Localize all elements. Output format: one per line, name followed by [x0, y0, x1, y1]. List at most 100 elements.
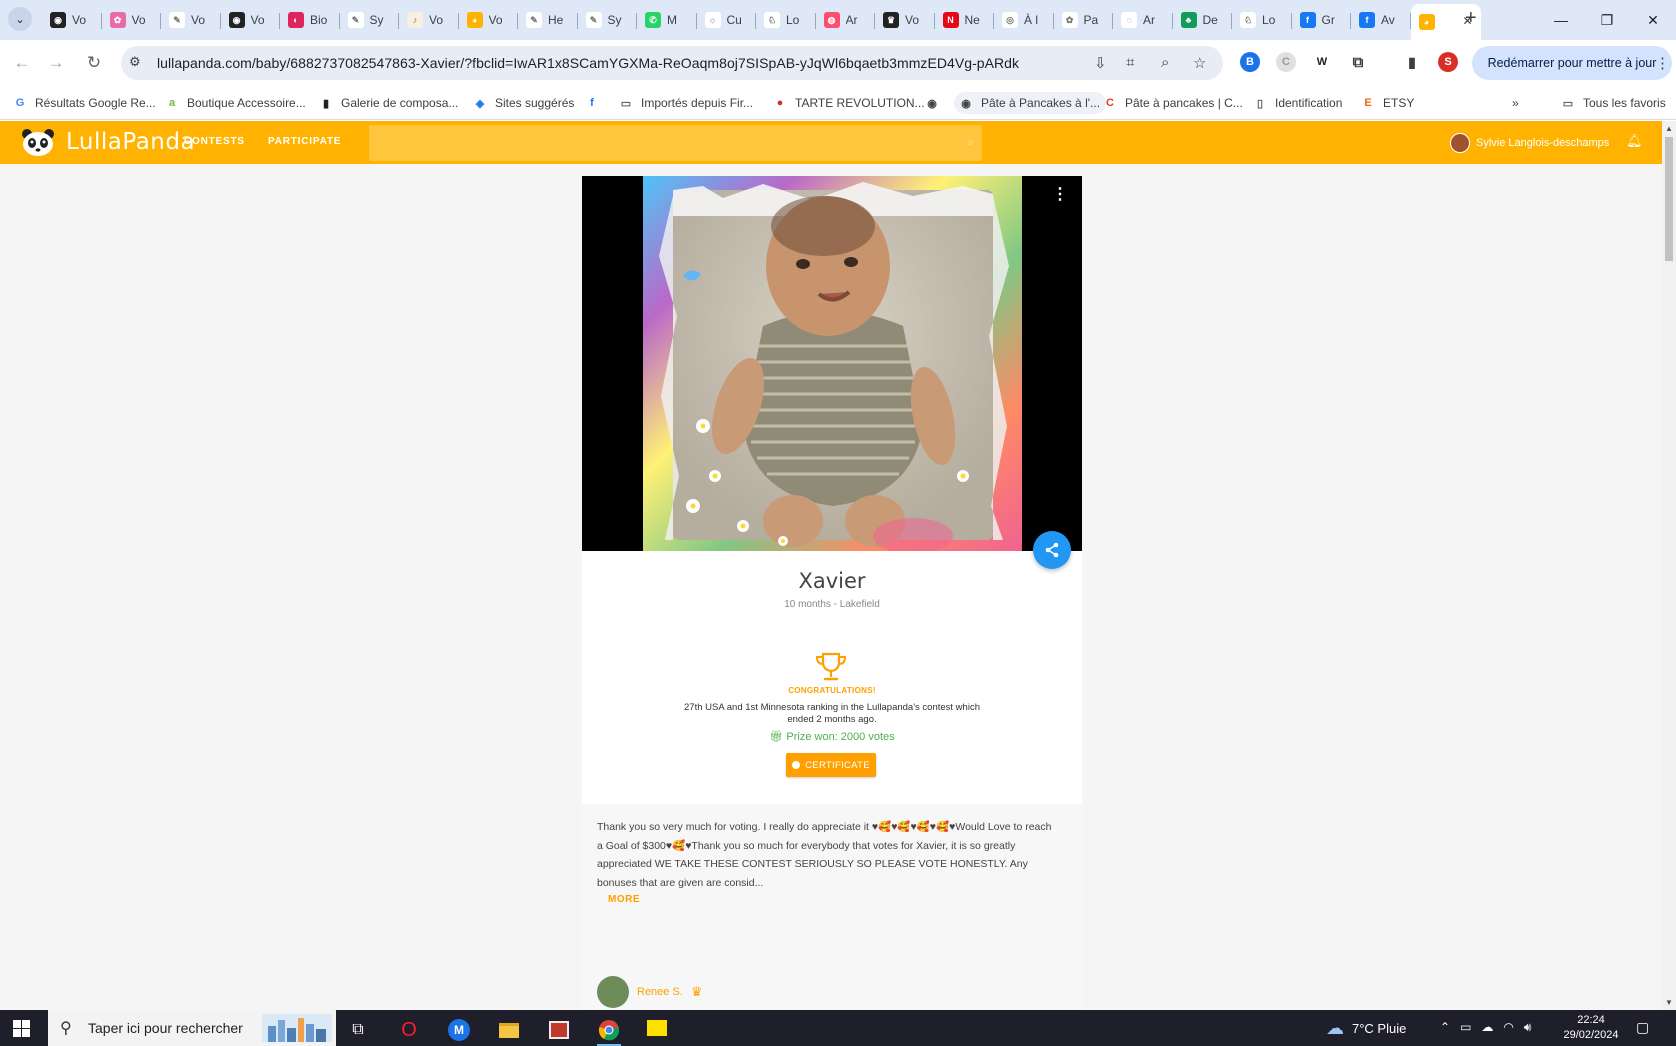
bookmark-item[interactable]: ● TARTE REVOLUTION...	[772, 92, 925, 114]
weather-widget[interactable]: ☁ 7°C Pluie	[1326, 1018, 1406, 1039]
task-view-icon[interactable]: ⧉	[338, 1014, 378, 1046]
tab-search-button[interactable]: ⌄	[8, 7, 32, 31]
notifications-bell-icon[interactable]: 🔔︎	[1626, 133, 1643, 149]
photo-options-icon[interactable]: ⋮	[1052, 184, 1068, 204]
bookmark-star-icon[interactable]: ☆	[1193, 54, 1206, 72]
browser-tab[interactable]: ♘ Lo	[756, 4, 816, 36]
crown-icon: ♛	[690, 984, 703, 999]
extension-b-icon[interactable]: B	[1240, 52, 1260, 72]
chrome-icon[interactable]	[589, 1014, 629, 1046]
reload-button[interactable]: ↻	[82, 51, 106, 75]
media-app-icon[interactable]	[539, 1014, 579, 1046]
browser-tab[interactable]: ✆ M	[637, 4, 697, 36]
certificate-button[interactable]: CERTIFICATE	[786, 753, 876, 777]
browser-tab[interactable]: ✿ Vo	[102, 4, 162, 36]
bookmark-item[interactable]: ▮ Galerie de composa...	[318, 92, 458, 114]
nav-participate[interactable]: PARTICIPATE	[268, 136, 341, 147]
browser-tab[interactable]: ✿ Pa	[1054, 4, 1114, 36]
bookmark-item[interactable]: ▯ Identification	[1252, 92, 1342, 114]
bookmark-item[interactable]: ◉ Pâte à Pancakes à l'...	[954, 92, 1107, 114]
scroll-down-arrow-icon[interactable]: ▼	[1665, 998, 1673, 1007]
network-icon[interactable]: ◠	[1503, 1020, 1513, 1035]
baby-photo[interactable]	[643, 176, 1022, 551]
search-icon[interactable]: ⌕	[967, 135, 974, 150]
bookmark-item[interactable]: ▭ Importés depuis Fir...	[618, 92, 753, 114]
browser-tab[interactable]: ✎ Sy	[578, 4, 638, 36]
back-button[interactable]: ←	[10, 51, 34, 75]
browser-tab[interactable]: ♛ Vo	[875, 4, 935, 36]
browser-tab[interactable]: ◉ Vo	[221, 4, 281, 36]
meet-now-icon[interactable]: ▭	[1460, 1020, 1471, 1035]
voter-entry[interactable]: Renee S. ♛	[597, 976, 703, 1008]
bookmark-item[interactable]: E ETSY	[1360, 92, 1414, 114]
zoom-icon[interactable]: ⌕	[1161, 54, 1169, 71]
forward-button[interactable]: →	[44, 51, 68, 75]
browser-tab[interactable]: ◉ Vo	[42, 4, 102, 36]
scrollbar-thumb[interactable]	[1665, 137, 1673, 261]
close-window-button[interactable]: ✕	[1630, 0, 1676, 40]
url-text[interactable]: lullapanda.com/baby/6882737082547863-Xav…	[157, 55, 1019, 71]
site-info-icon[interactable]: ⚙	[129, 54, 141, 70]
tab-title: Vo	[250, 13, 265, 27]
sticky-notes-icon[interactable]	[637, 1014, 677, 1046]
malwarebytes-icon[interactable]: M	[439, 1014, 479, 1046]
profile-avatar[interactable]: S	[1438, 52, 1458, 72]
restore-button[interactable]: ❐	[1584, 0, 1630, 40]
site-logo[interactable]: LullaPanda	[20, 127, 195, 157]
bookmark-item[interactable]: ◈ Sites suggérés	[472, 92, 575, 114]
extensions-puzzle-icon[interactable]: ⧉	[1348, 52, 1368, 72]
file-explorer-icon[interactable]	[489, 1014, 529, 1046]
page-scrollbar[interactable]: ▲ ▼	[1662, 121, 1676, 1010]
volume-icon[interactable]: 🔊︎	[1524, 1020, 1532, 1035]
bookmark-icon: ●	[776, 97, 784, 109]
browser-tab[interactable]: ◍ Ar	[816, 4, 876, 36]
browser-tab[interactable]: ✎ He	[518, 4, 578, 36]
tab-favicon-icon: ✿	[109, 12, 126, 28]
bookmark-item[interactable]: G Résultats Google Re...	[12, 92, 156, 114]
user-menu[interactable]: Sylvie Langlois-deschamps	[1450, 133, 1609, 153]
browser-tab[interactable]: ♣ De	[1173, 4, 1233, 36]
share-button[interactable]	[1033, 531, 1071, 569]
minimize-button[interactable]: —	[1538, 0, 1584, 40]
notification-center-icon[interactable]: ▢	[1636, 1019, 1649, 1036]
all-bookmarks-folder[interactable]: ▭ Tous les favoris	[1560, 92, 1666, 114]
browser-tab[interactable]: f Gr	[1292, 4, 1352, 36]
windows-start-icon[interactable]	[13, 1020, 30, 1037]
address-bar[interactable]: ⚙ lullapanda.com/baby/6882737082547863-X…	[121, 46, 1223, 80]
new-tab-button[interactable]: +	[1465, 8, 1477, 28]
browser-menu-icon[interactable]: ⋮	[1655, 54, 1670, 72]
tray-chevron-icon[interactable]: ⌃	[1440, 1020, 1450, 1035]
browser-tab[interactable]: N Ne	[935, 4, 995, 36]
bookmark-item[interactable]: ◉	[924, 92, 947, 114]
bookmark-item[interactable]: f	[584, 92, 607, 114]
site-search-input[interactable]: ⌕	[369, 125, 982, 161]
side-panel-icon[interactable]: ▮	[1402, 52, 1422, 72]
taskbar-search-box[interactable]: ⚲ Taper ici pour rechercher	[48, 1010, 336, 1046]
browser-tab[interactable]: ♘ Lo	[1232, 4, 1292, 36]
browser-tab[interactable]: ◕ Vo	[459, 4, 519, 36]
more-link[interactable]: MORE	[608, 894, 640, 905]
voter-name[interactable]: Renee S.	[637, 986, 683, 998]
browser-tab[interactable]: ◎ À l	[994, 4, 1054, 36]
browser-tab[interactable]: ◐ Bio	[280, 4, 340, 36]
bookmarks-overflow-button[interactable]: »	[1512, 92, 1519, 114]
opera-icon[interactable]: O	[389, 1014, 429, 1046]
scroll-up-arrow-icon[interactable]: ▲	[1665, 124, 1673, 133]
trophy-icon	[815, 652, 847, 681]
browser-tab[interactable]: ☼ Cu	[697, 4, 757, 36]
onedrive-icon[interactable]: ☁	[1481, 1020, 1493, 1035]
install-app-icon[interactable]: ⇩	[1094, 54, 1107, 72]
browser-tab[interactable]: ◌ Ar	[1113, 4, 1173, 36]
bookmark-item[interactable]: a Boutique Accessoire...	[164, 92, 306, 114]
browser-tab[interactable]: ♪ Vo	[399, 4, 459, 36]
bookmark-item[interactable]: C Pâte à pancakes | C...	[1102, 92, 1243, 114]
extension-c-icon[interactable]: C	[1276, 52, 1296, 72]
translate-icon[interactable]: ⌗	[1126, 54, 1134, 71]
extension-w-icon[interactable]: W	[1312, 52, 1332, 72]
browser-tab[interactable]: ✎ Vo	[161, 4, 221, 36]
browser-tab[interactable]: f Av	[1351, 4, 1411, 36]
nav-contests[interactable]: CONTESTS	[184, 136, 245, 147]
restart-to-update-button[interactable]: Redémarrer pour mettre à jour	[1472, 46, 1672, 80]
browser-tab[interactable]: ✎ Sy	[340, 4, 400, 36]
taskbar-clock[interactable]: 22:24 29/02/2024	[1556, 1013, 1626, 1043]
